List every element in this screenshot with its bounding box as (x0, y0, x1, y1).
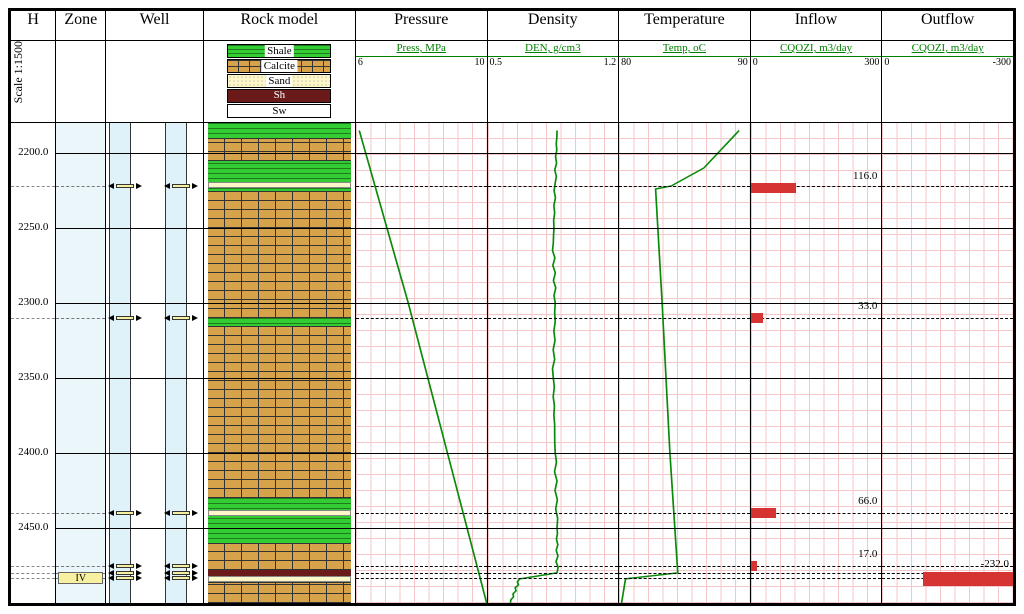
pressure-max: 10 (475, 57, 485, 68)
outflow-label: CQOZI, m3/day (912, 42, 984, 54)
legend-shale: Shale (265, 45, 293, 57)
inflow-value: 116.0 (853, 170, 877, 182)
pressure-track (356, 123, 487, 603)
scale-label: Scale 1:1500 (11, 41, 49, 107)
well-track (106, 123, 203, 603)
col-well: Well (106, 11, 204, 41)
density-max: 1.2 (604, 57, 617, 68)
col-temperature: Temperature (619, 11, 751, 41)
col-density: Density (487, 11, 619, 41)
outflow-value: -232.0 (981, 558, 1009, 570)
lithology-legend: Shale Calcite Sand Sh Sw (204, 41, 355, 118)
inflow-min: 0 (753, 57, 758, 68)
temperature-label: Temp, oC (663, 42, 706, 54)
outflow-max: -300 (993, 57, 1011, 68)
inflow-value: 33.0 (858, 300, 877, 312)
pressure-min: 6 (358, 57, 363, 68)
outflow-min: 0 (884, 57, 889, 68)
depth-axis: 2200.02250.02300.02350.02400.02450.0 (11, 123, 55, 603)
legend-sand: Sand (266, 75, 292, 87)
outflow-track: -232.0 (882, 123, 1013, 603)
zone-label: IV (58, 572, 103, 584)
density-min: 0.5 (490, 57, 503, 68)
zone-track: IV (56, 123, 105, 603)
temperature-min: 80 (621, 57, 631, 68)
legend-sw: Sw (272, 105, 286, 117)
well-log-figure: H Zone Well Rock model Pressure Density … (8, 8, 1016, 606)
col-rock: Rock model (203, 11, 355, 41)
temperature-max: 90 (738, 57, 748, 68)
col-outflow: Outflow (882, 11, 1014, 41)
inflow-max: 300 (864, 57, 879, 68)
legend-calcite: Calcite (262, 60, 297, 72)
rock-model-track (204, 123, 355, 603)
inflow-value: 17.0 (858, 548, 877, 560)
legend-sh: Sh (272, 89, 288, 101)
density-label: DEN, g/cm3 (525, 42, 581, 54)
inflow-label: CQOZI, m3/day (780, 42, 852, 54)
pressure-label: Press, MPa (396, 42, 446, 54)
temperature-track (619, 123, 750, 603)
col-pressure: Pressure (355, 11, 487, 41)
density-track (488, 123, 619, 603)
col-inflow: Inflow (750, 11, 882, 41)
inflow-value: 66.0 (858, 495, 877, 507)
col-h: H (11, 11, 56, 41)
col-zone: Zone (56, 11, 106, 41)
inflow-track: 116.0 33.0 66.0 17.0 (751, 123, 882, 603)
